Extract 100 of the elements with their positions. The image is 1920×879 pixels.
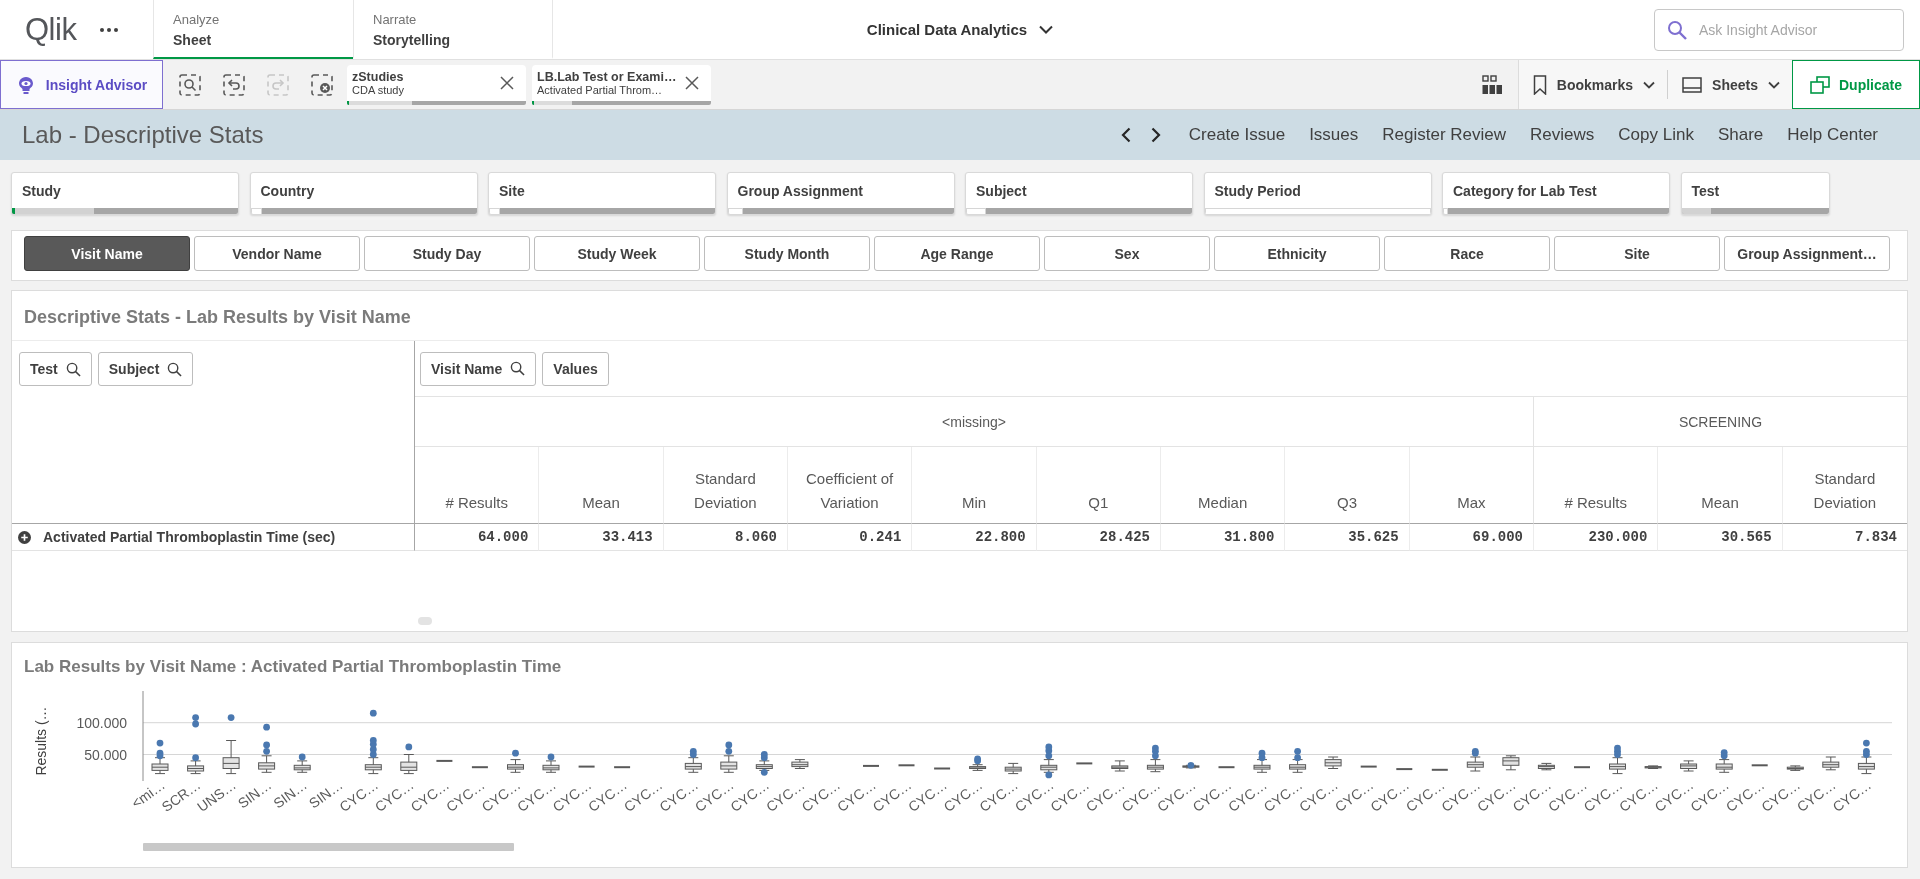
box-plot: [470, 766, 489, 769]
header-link[interactable]: Share: [1717, 125, 1764, 145]
box-plot: [720, 755, 738, 773]
plus-circle-icon[interactable]: [18, 530, 31, 544]
box-plot: [1680, 760, 1698, 772]
filter-pane[interactable]: Group Assignment: [726, 172, 955, 215]
grid-icon[interactable]: [1481, 74, 1502, 95]
filter-pane[interactable]: Country: [249, 172, 478, 215]
column-header: # Results: [1534, 447, 1659, 523]
dimension-button[interactable]: Age Range: [874, 236, 1040, 271]
dimension-button[interactable]: Sex: [1044, 236, 1210, 271]
box-plot: [542, 760, 560, 773]
close-icon[interactable]: [685, 75, 699, 90]
dimension-button[interactable]: Study Day: [364, 236, 530, 271]
scrollbar[interactable]: [143, 843, 514, 851]
selection-value: Activated Partial Throm…: [537, 83, 664, 96]
box-plot: [507, 759, 524, 773]
dimension-button[interactable]: Ethnicity: [1214, 236, 1380, 271]
dimension-button[interactable]: Study Week: [534, 236, 700, 271]
search-field[interactable]: Ask Insight Advisor: [1654, 8, 1904, 51]
dimension-button[interactable]: Study Month: [704, 236, 870, 271]
header-link[interactable]: Create Issue: [1188, 125, 1286, 145]
selection-value: CDA study: [352, 83, 405, 96]
clear-selections-icon[interactable]: [311, 73, 333, 96]
step-back-icon[interactable]: [223, 73, 245, 96]
selection-field-name: zStudies: [352, 69, 405, 84]
field-button[interactable]: Test: [19, 352, 92, 386]
box-plot: [1609, 757, 1626, 775]
table-cell: 69.000: [1409, 523, 1534, 551]
dimension-button[interactable]: Site: [1554, 236, 1720, 271]
column-header: Mean: [539, 447, 664, 523]
tick-label: 50.000: [84, 746, 127, 763]
box-plot: [1502, 755, 1520, 771]
selection-chip[interactable]: LB.Lab Test or Exami… Activated Partial Throm…: [532, 64, 711, 105]
filter-pane[interactable]: Test: [1680, 172, 1830, 215]
table-cell: 64.000: [415, 523, 540, 551]
box-plot: [933, 767, 952, 770]
copy-icon: [1810, 75, 1830, 94]
filter-pane[interactable]: Study: [11, 172, 239, 215]
column-header: Min: [912, 447, 1037, 523]
box-plot: [1217, 766, 1236, 769]
row-label: Activated Partial Thromboplastin Time (sec): [43, 529, 336, 545]
header-link[interactable]: Help Center: [1787, 125, 1878, 145]
box-plot: [1359, 765, 1378, 768]
panel-title: Descriptive Stats - Lab Results by Visit Name: [12, 291, 1907, 341]
insight-advisor-button[interactable]: Insight Advisor: [0, 60, 163, 109]
chevron-right-icon[interactable]: [1150, 127, 1161, 143]
duplicate-button[interactable]: Duplicate: [1792, 60, 1920, 109]
field-button[interactable]: Visit Name: [420, 351, 537, 386]
filter-pane[interactable]: Category for Lab Test: [1442, 172, 1670, 215]
column-header: Mean: [1658, 447, 1783, 523]
selection-chip[interactable]: zStudies CDA study: [347, 64, 526, 105]
box-plot: [1466, 756, 1484, 772]
box-plot: [1146, 759, 1164, 773]
chevron-left-icon[interactable]: [1120, 127, 1131, 143]
box-plot: [1573, 766, 1591, 769]
header-link[interactable]: Copy Link: [1618, 125, 1694, 145]
dimension-button[interactable]: Vendor Name: [194, 236, 360, 271]
filter-pane[interactable]: Study Period: [1203, 172, 1432, 215]
close-icon[interactable]: [500, 75, 514, 90]
chevron-down-icon[interactable]: [1039, 25, 1054, 34]
dimension-button[interactable]: Group Assignment…: [1724, 236, 1890, 271]
table-cell: 8.060: [663, 523, 788, 551]
more-icon[interactable]: [100, 27, 119, 32]
filter-pane[interactable]: Subject: [965, 172, 1193, 215]
box-plot: [969, 764, 987, 771]
outlier-point: [263, 723, 270, 731]
column-header: Coefficient of Variation: [788, 447, 913, 523]
header-link[interactable]: Reviews: [1530, 125, 1595, 145]
box-plot: [435, 759, 454, 762]
header-link[interactable]: Register Review: [1382, 125, 1507, 145]
outlier-point: [298, 753, 306, 761]
box-plot: [577, 765, 596, 768]
filter-pane[interactable]: Site: [488, 172, 716, 215]
header-link[interactable]: Issues: [1309, 125, 1359, 145]
outlier-point: [760, 768, 768, 776]
table-cell: 230.000: [1534, 523, 1659, 551]
column-header: Median: [1161, 447, 1286, 523]
box-plot: [187, 760, 205, 775]
sheet-title: Lab - Descriptive Stats: [22, 121, 264, 149]
nav-tab[interactable]: Narrate Storytelling: [353, 0, 553, 59]
outlier-point: [369, 709, 377, 717]
box-plot: [364, 757, 382, 775]
table-cell: 28.425: [1036, 523, 1161, 551]
box-plot: [293, 760, 311, 773]
box-plot: [1644, 765, 1662, 769]
box-plot: [862, 764, 880, 767]
nav-tab[interactable]: Analyze Sheet: [153, 0, 353, 59]
dimension-button[interactable]: Visit Name: [24, 236, 190, 271]
field-button[interactable]: Values: [542, 351, 609, 386]
box-plot: [1430, 768, 1449, 771]
outlier-point: [227, 714, 235, 721]
dimension-button[interactable]: Race: [1384, 236, 1550, 271]
field-button[interactable]: Subject: [97, 352, 194, 386]
box-plot: [1111, 760, 1129, 772]
app-title[interactable]: Clinical Data Analytics: [866, 21, 1028, 38]
column-header: # Results: [415, 447, 540, 523]
box-plot: [684, 757, 702, 773]
scroll-handle[interactable]: [418, 617, 432, 625]
smart-search-icon[interactable]: [179, 73, 201, 96]
